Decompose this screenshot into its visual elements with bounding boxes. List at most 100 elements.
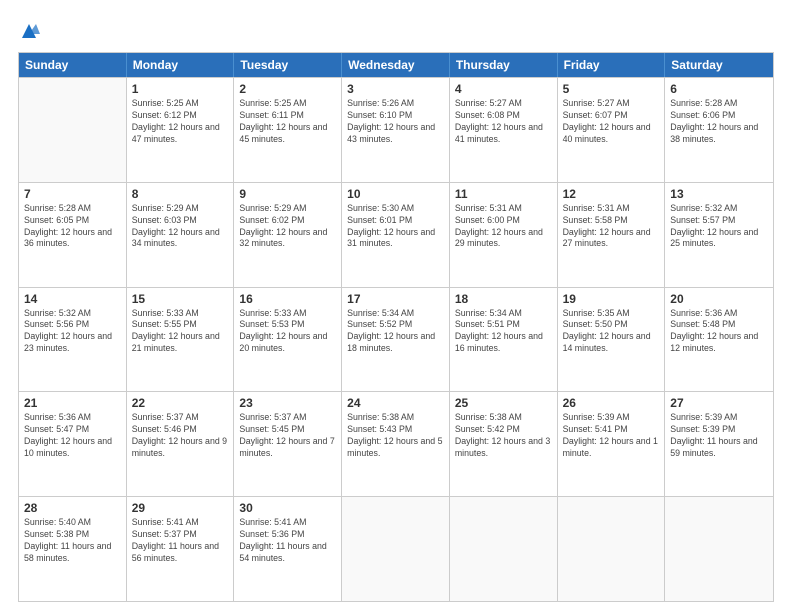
calendar-cell: 23 Sunrise: 5:37 AM Sunset: 5:45 PM Dayli…: [234, 392, 342, 496]
calendar-cell: 15 Sunrise: 5:33 AM Sunset: 5:55 PM Dayli…: [127, 288, 235, 392]
day-number: 4: [455, 82, 552, 96]
day-number: 29: [132, 501, 229, 515]
calendar-cell: 12 Sunrise: 5:31 AM Sunset: 5:58 PM Dayli…: [558, 183, 666, 287]
calendar-cell: 11 Sunrise: 5:31 AM Sunset: 6:00 PM Dayli…: [450, 183, 558, 287]
day-number: 16: [239, 292, 336, 306]
col-header-monday: Monday: [127, 53, 235, 77]
day-number: 27: [670, 396, 768, 410]
header: [18, 18, 774, 42]
calendar-cell: 16 Sunrise: 5:33 AM Sunset: 5:53 PM Dayli…: [234, 288, 342, 392]
day-number: 18: [455, 292, 552, 306]
calendar-cell: 30 Sunrise: 5:41 AM Sunset: 5:36 PM Dayli…: [234, 497, 342, 601]
col-header-thursday: Thursday: [450, 53, 558, 77]
day-number: 15: [132, 292, 229, 306]
calendar-cell: 2 Sunrise: 5:25 AM Sunset: 6:11 PM Daylig…: [234, 78, 342, 182]
calendar: SundayMondayTuesdayWednesdayThursdayFrid…: [18, 52, 774, 602]
calendar-cell: 1 Sunrise: 5:25 AM Sunset: 6:12 PM Daylig…: [127, 78, 235, 182]
calendar-cell: 19 Sunrise: 5:35 AM Sunset: 5:50 PM Dayli…: [558, 288, 666, 392]
day-info: Sunrise: 5:38 AM Sunset: 5:43 PM Dayligh…: [347, 412, 444, 460]
calendar-cell: 4 Sunrise: 5:27 AM Sunset: 6:08 PM Daylig…: [450, 78, 558, 182]
day-number: 1: [132, 82, 229, 96]
calendar-cell: 29 Sunrise: 5:41 AM Sunset: 5:37 PM Dayli…: [127, 497, 235, 601]
day-number: 17: [347, 292, 444, 306]
day-number: 9: [239, 187, 336, 201]
calendar-cell: 17 Sunrise: 5:34 AM Sunset: 5:52 PM Dayli…: [342, 288, 450, 392]
calendar-week-2: 7 Sunrise: 5:28 AM Sunset: 6:05 PM Daylig…: [19, 182, 773, 287]
day-info: Sunrise: 5:38 AM Sunset: 5:42 PM Dayligh…: [455, 412, 552, 460]
day-info: Sunrise: 5:36 AM Sunset: 5:47 PM Dayligh…: [24, 412, 121, 460]
day-info: Sunrise: 5:32 AM Sunset: 5:57 PM Dayligh…: [670, 203, 768, 251]
day-info: Sunrise: 5:29 AM Sunset: 6:03 PM Dayligh…: [132, 203, 229, 251]
logo: [18, 18, 44, 42]
day-number: 10: [347, 187, 444, 201]
day-info: Sunrise: 5:41 AM Sunset: 5:37 PM Dayligh…: [132, 517, 229, 565]
day-number: 23: [239, 396, 336, 410]
calendar-cell: [450, 497, 558, 601]
day-info: Sunrise: 5:30 AM Sunset: 6:01 PM Dayligh…: [347, 203, 444, 251]
day-info: Sunrise: 5:28 AM Sunset: 6:05 PM Dayligh…: [24, 203, 121, 251]
col-header-friday: Friday: [558, 53, 666, 77]
calendar-cell: 8 Sunrise: 5:29 AM Sunset: 6:03 PM Daylig…: [127, 183, 235, 287]
day-info: Sunrise: 5:33 AM Sunset: 5:55 PM Dayligh…: [132, 308, 229, 356]
day-number: 25: [455, 396, 552, 410]
calendar-cell: 20 Sunrise: 5:36 AM Sunset: 5:48 PM Dayli…: [665, 288, 773, 392]
day-info: Sunrise: 5:33 AM Sunset: 5:53 PM Dayligh…: [239, 308, 336, 356]
day-info: Sunrise: 5:25 AM Sunset: 6:12 PM Dayligh…: [132, 98, 229, 146]
calendar-cell: 21 Sunrise: 5:36 AM Sunset: 5:47 PM Dayli…: [19, 392, 127, 496]
day-info: Sunrise: 5:27 AM Sunset: 6:08 PM Dayligh…: [455, 98, 552, 146]
col-header-wednesday: Wednesday: [342, 53, 450, 77]
calendar-cell: [558, 497, 666, 601]
calendar-cell: [19, 78, 127, 182]
calendar-week-3: 14Sunrise: 5:32 AM Sunset: 5:56 PM Dayli…: [19, 287, 773, 392]
day-number: 7: [24, 187, 121, 201]
day-number: 21: [24, 396, 121, 410]
page: SundayMondayTuesdayWednesdayThursdayFrid…: [0, 0, 792, 612]
day-info: Sunrise: 5:31 AM Sunset: 5:58 PM Dayligh…: [563, 203, 660, 251]
day-info: Sunrise: 5:37 AM Sunset: 5:45 PM Dayligh…: [239, 412, 336, 460]
day-info: Sunrise: 5:40 AM Sunset: 5:38 PM Dayligh…: [24, 517, 121, 565]
calendar-week-5: 28 Sunrise: 5:40 AM Sunset: 5:38 PM Dayli…: [19, 496, 773, 601]
calendar-cell: 18 Sunrise: 5:34 AM Sunset: 5:51 PM Dayli…: [450, 288, 558, 392]
day-number: 28: [24, 501, 121, 515]
col-header-tuesday: Tuesday: [234, 53, 342, 77]
calendar-cell: 28 Sunrise: 5:40 AM Sunset: 5:38 PM Dayli…: [19, 497, 127, 601]
calendar-cell: 3Sunrise: 5:26 AM Sunset: 6:10 PM Daylig…: [342, 78, 450, 182]
day-info: Sunrise: 5:27 AM Sunset: 6:07 PM Dayligh…: [563, 98, 660, 146]
day-info: Sunrise: 5:25 AM Sunset: 6:11 PM Dayligh…: [239, 98, 336, 146]
calendar-cell: [665, 497, 773, 601]
day-number: 26: [563, 396, 660, 410]
calendar-cell: 27 Sunrise: 5:39 AM Sunset: 5:39 PM Dayli…: [665, 392, 773, 496]
day-info: Sunrise: 5:39 AM Sunset: 5:39 PM Dayligh…: [670, 412, 768, 460]
day-number: 8: [132, 187, 229, 201]
calendar-cell: [342, 497, 450, 601]
day-info: Sunrise: 5:41 AM Sunset: 5:36 PM Dayligh…: [239, 517, 336, 565]
day-number: 19: [563, 292, 660, 306]
calendar-cell: 9 Sunrise: 5:29 AM Sunset: 6:02 PM Daylig…: [234, 183, 342, 287]
calendar-cell: 25 Sunrise: 5:38 AM Sunset: 5:42 PM Dayli…: [450, 392, 558, 496]
day-info: Sunrise: 5:39 AM Sunset: 5:41 PM Dayligh…: [563, 412, 660, 460]
day-number: 13: [670, 187, 768, 201]
calendar-cell: 22Sunrise: 5:37 AM Sunset: 5:46 PM Dayli…: [127, 392, 235, 496]
calendar-cell: 13 Sunrise: 5:32 AM Sunset: 5:57 PM Dayli…: [665, 183, 773, 287]
day-info: Sunrise: 5:35 AM Sunset: 5:50 PM Dayligh…: [563, 308, 660, 356]
day-number: 3: [347, 82, 444, 96]
day-info: Sunrise: 5:36 AM Sunset: 5:48 PM Dayligh…: [670, 308, 768, 356]
day-number: 2: [239, 82, 336, 96]
calendar-cell: 7 Sunrise: 5:28 AM Sunset: 6:05 PM Daylig…: [19, 183, 127, 287]
calendar-cell: 26 Sunrise: 5:39 AM Sunset: 5:41 PM Dayli…: [558, 392, 666, 496]
day-number: 30: [239, 501, 336, 515]
calendar-week-1: 1 Sunrise: 5:25 AM Sunset: 6:12 PM Daylig…: [19, 77, 773, 182]
day-number: 5: [563, 82, 660, 96]
logo-icon: [18, 20, 40, 42]
calendar-cell: 14Sunrise: 5:32 AM Sunset: 5:56 PM Dayli…: [19, 288, 127, 392]
day-info: Sunrise: 5:31 AM Sunset: 6:00 PM Dayligh…: [455, 203, 552, 251]
day-info: Sunrise: 5:34 AM Sunset: 5:52 PM Dayligh…: [347, 308, 444, 356]
day-number: 20: [670, 292, 768, 306]
day-info: Sunrise: 5:28 AM Sunset: 6:06 PM Dayligh…: [670, 98, 768, 146]
day-info: Sunrise: 5:34 AM Sunset: 5:51 PM Dayligh…: [455, 308, 552, 356]
day-number: 12: [563, 187, 660, 201]
day-number: 11: [455, 187, 552, 201]
day-info: Sunrise: 5:29 AM Sunset: 6:02 PM Dayligh…: [239, 203, 336, 251]
calendar-header-row: SundayMondayTuesdayWednesdayThursdayFrid…: [19, 53, 773, 77]
day-number: 6: [670, 82, 768, 96]
